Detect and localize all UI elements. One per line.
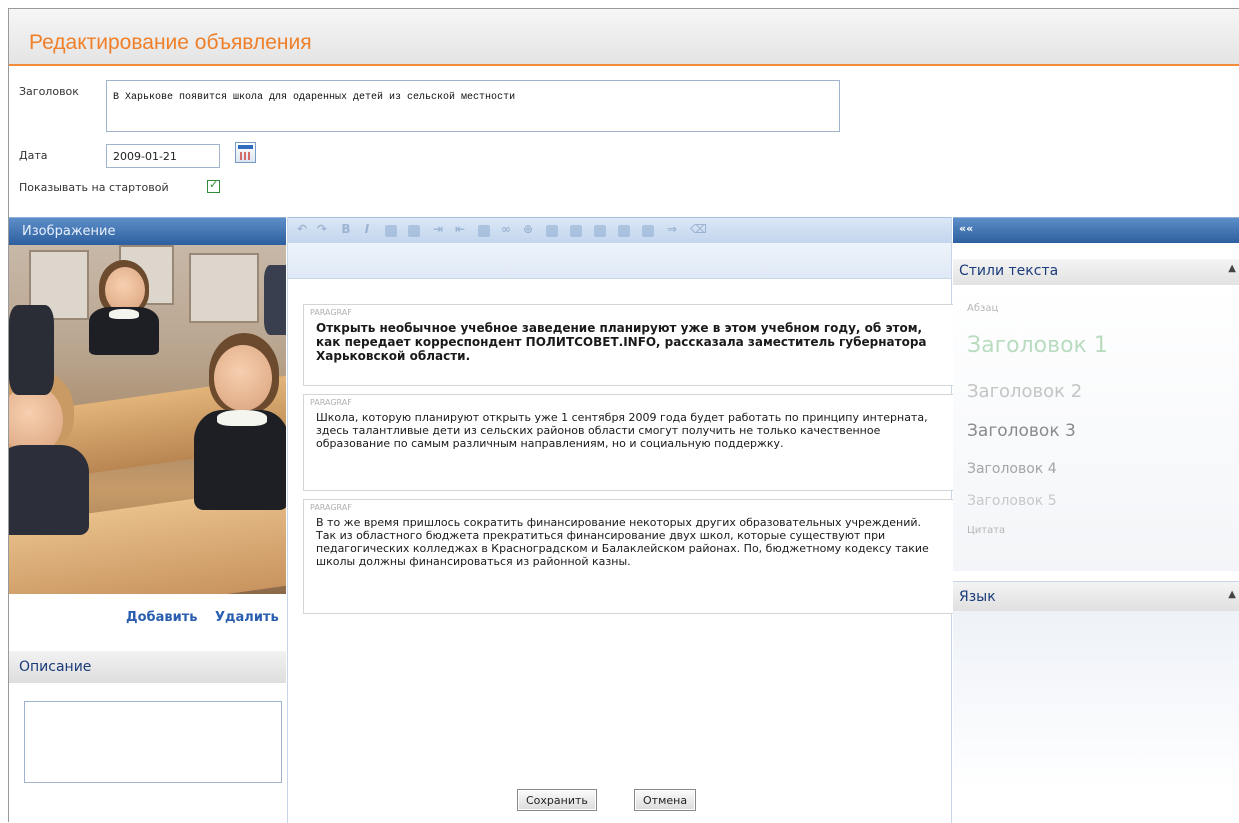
rich-text-editor: ↶ ↷ B I ⇥ ⇤ ∞ ⊕ ⇒ ⌫ PARAGRAF Открыть нео… — [287, 217, 954, 823]
indent-icon[interactable]: ⇥ — [432, 222, 444, 236]
date-label: Дата — [19, 149, 48, 162]
title-input[interactable]: В Харькове появится школа для одаренных … — [106, 80, 840, 132]
italic-icon[interactable]: I — [361, 222, 373, 236]
insert-col-icon[interactable] — [594, 225, 606, 237]
description-input[interactable] — [24, 701, 282, 783]
delete-image-link[interactable]: Удалить — [215, 610, 279, 625]
style-heading-2[interactable]: Заголовок 2 — [967, 381, 1082, 402]
cancel-button[interactable]: Отмена — [634, 789, 697, 811]
add-image-link[interactable]: Добавить — [126, 610, 197, 625]
collapse-arrow-icon[interactable]: ▲ — [1228, 589, 1236, 600]
paragraph-text: В то же время пришлось сократить финанси… — [316, 516, 929, 568]
style-heading-4[interactable]: Заголовок 4 — [967, 461, 1057, 477]
collapse-panel-button[interactable]: «« — [959, 222, 973, 235]
text-styles-title: Стили текста — [959, 263, 1059, 279]
image-panel-title: Изображение — [22, 224, 116, 239]
save-button[interactable]: Сохранить — [517, 789, 597, 811]
announcement-image — [9, 245, 286, 594]
paragraph-tag: PARAGRAF — [310, 503, 352, 512]
clean-icon[interactable]: ⌫ — [690, 222, 707, 236]
text-styles-header[interactable]: Стили текста ▲ — [953, 259, 1239, 285]
paragraph-block-3[interactable]: PARAGRAF В то же время пришлось сократит… — [303, 499, 954, 614]
paragraph-block-1[interactable]: PARAGRAF Открыть необычное учебное завед… — [303, 304, 954, 386]
show-on-start-checkbox[interactable] — [207, 178, 220, 193]
delete-col-icon[interactable] — [642, 225, 654, 237]
merge-icon[interactable]: ⇒ — [666, 222, 678, 236]
show-on-start-label: Показывать на стартовой — [19, 181, 169, 194]
paragraph-block-2[interactable]: PARAGRAF Школа, которую планируют открыт… — [303, 394, 954, 491]
style-heading-5[interactable]: Заголовок 5 — [967, 493, 1057, 509]
redo-icon[interactable]: ↷ — [316, 222, 328, 236]
paragraph-text: Открыть необычное учебное заведение план… — [316, 321, 927, 363]
description-panel-header: Описание — [9, 651, 286, 683]
editor-subbar — [288, 243, 951, 279]
style-quote[interactable]: Цитата — [967, 525, 1005, 536]
image-panel-header: Изображение — [9, 217, 286, 245]
language-title: Язык — [959, 589, 996, 605]
undo-icon[interactable]: ↶ — [296, 222, 308, 236]
bullet-list-icon[interactable] — [385, 225, 397, 237]
date-input[interactable]: 2009-01-21 — [106, 144, 220, 168]
numbered-list-icon[interactable] — [408, 225, 420, 237]
right-panel: «« Стили текста ▲ Абзац Заголовок 1 Заго… — [953, 217, 1239, 823]
paragraph-tag: PARAGRAF — [310, 398, 352, 407]
paragraph-text: Школа, которую планируют открыть уже 1 с… — [316, 411, 928, 450]
calendar-icon[interactable] — [235, 142, 256, 163]
table-icon[interactable] — [546, 225, 558, 237]
title-bar: Редактирование объявления — [9, 9, 1239, 66]
language-panel-body — [953, 611, 1239, 791]
left-column: Изображение Добавить Удалить Описание — [9, 217, 286, 823]
unlink-icon[interactable]: ⊕ — [522, 222, 534, 236]
bold-icon[interactable]: B — [340, 222, 352, 236]
style-heading-3[interactable]: Заголовок 3 — [967, 421, 1076, 441]
delete-row-icon[interactable] — [618, 225, 630, 237]
edit-announcement-window: Редактирование объявления Заголовок В Ха… — [8, 8, 1239, 823]
link-icon[interactable]: ∞ — [500, 222, 512, 236]
editor-toolbar: ↶ ↷ B I ⇥ ⇤ ∞ ⊕ ⇒ ⌫ — [288, 217, 951, 243]
page-title: Редактирование объявления — [29, 31, 312, 54]
image-icon[interactable] — [478, 225, 490, 237]
style-heading-1[interactable]: Заголовок 1 — [967, 333, 1108, 358]
collapse-arrow-icon[interactable]: ▲ — [1228, 263, 1236, 274]
right-panel-header: «« — [953, 217, 1239, 243]
title-label: Заголовок — [19, 85, 79, 98]
outdent-icon[interactable]: ⇤ — [454, 222, 466, 236]
language-header[interactable]: Язык ▲ — [953, 581, 1239, 611]
paragraph-tag: PARAGRAF — [310, 308, 352, 317]
description-panel-title: Описание — [19, 659, 92, 675]
insert-row-icon[interactable] — [570, 225, 582, 237]
text-styles-list: Абзац Заголовок 1 Заголовок 2 Заголовок … — [953, 285, 1239, 571]
style-paragraph[interactable]: Абзац — [967, 303, 998, 314]
